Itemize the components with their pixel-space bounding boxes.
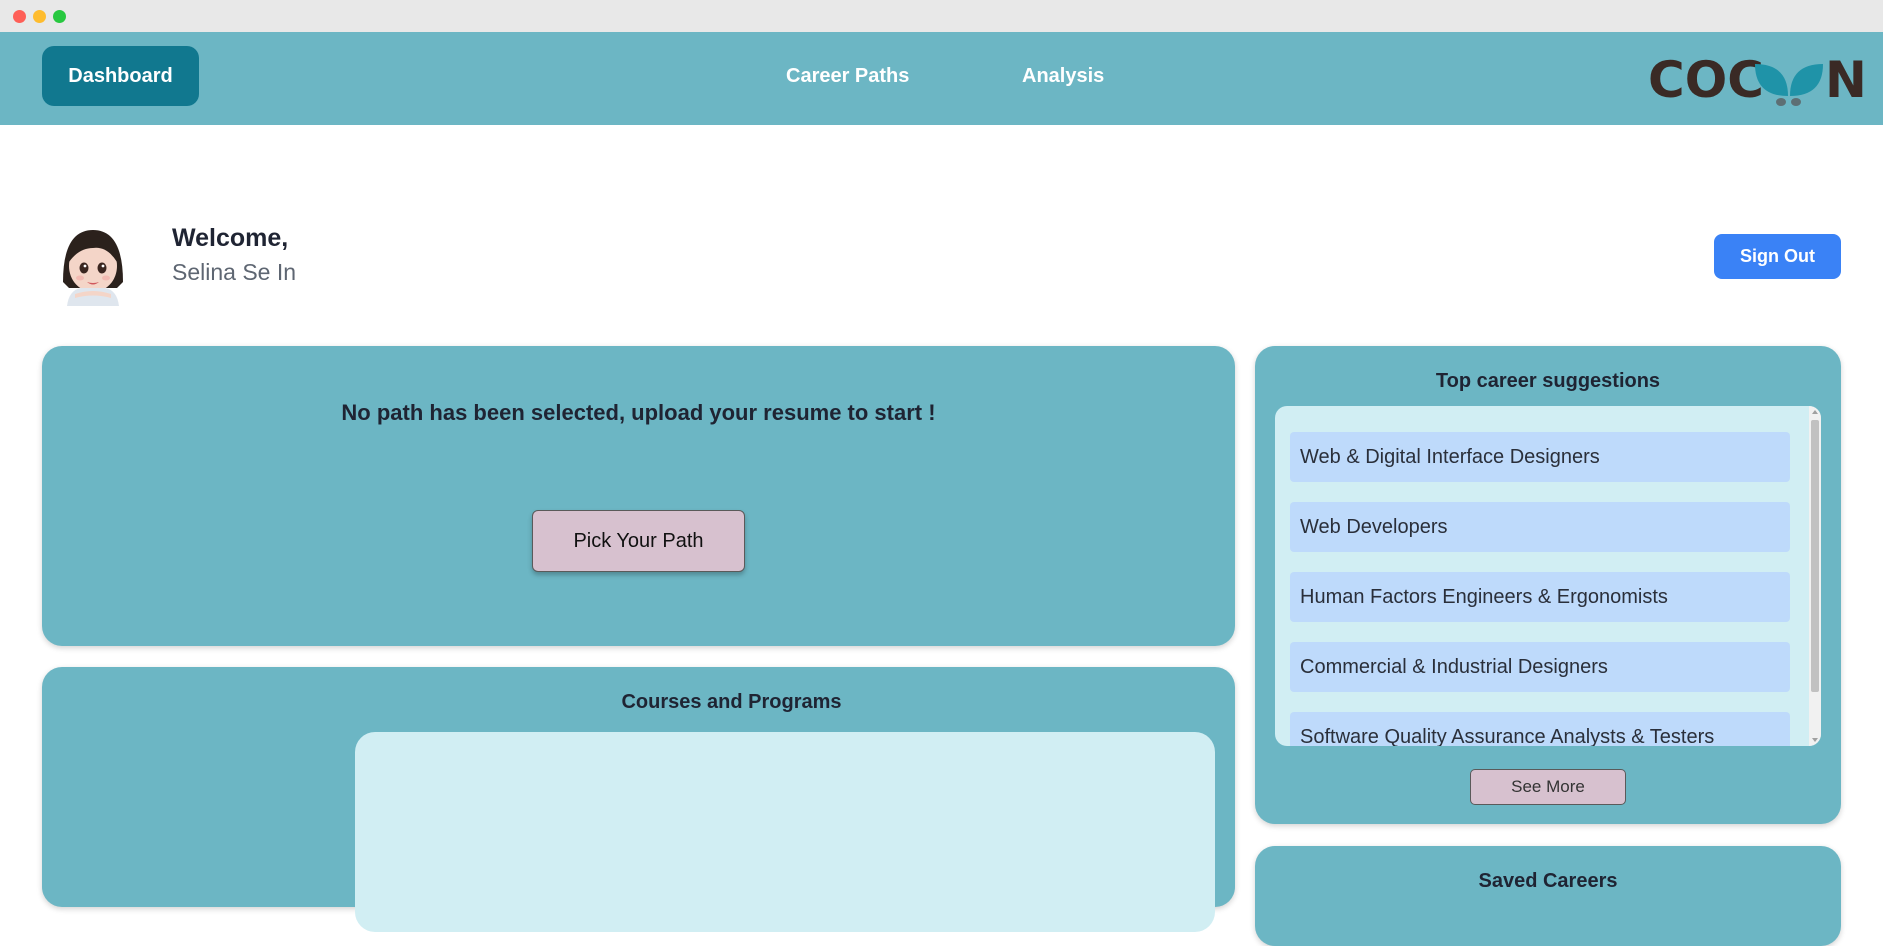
close-window-button[interactable]	[13, 10, 26, 23]
window-titlebar	[0, 0, 1883, 32]
saved-careers-card: Saved Careers	[1255, 846, 1841, 946]
welcome-heading: Welcome,	[172, 224, 289, 252]
maximize-window-button[interactable]	[53, 10, 66, 23]
pick-your-path-button[interactable]: Pick Your Path	[532, 510, 745, 572]
suggestions-list[interactable]: Web & Digital Interface Designers Web De…	[1275, 406, 1821, 746]
svg-text:N: N	[1825, 51, 1864, 106]
suggestion-item[interactable]: Commercial & Industrial Designers	[1290, 642, 1790, 692]
courses-list-panel[interactable]	[355, 732, 1215, 932]
user-avatar	[53, 222, 133, 306]
top-navbar: Dashboard Career Paths Analysis COC N	[0, 32, 1883, 125]
nav-career-paths-tab[interactable]: Career Paths	[786, 46, 909, 106]
courses-card: Courses and Programs	[42, 667, 1235, 932]
suggestion-item[interactable]: Human Factors Engineers & Ergonomists	[1290, 572, 1790, 622]
svg-text:COC: COC	[1648, 51, 1764, 106]
suggestion-item[interactable]: Web & Digital Interface Designers	[1290, 432, 1790, 482]
no-path-message: No path has been selected, upload your r…	[341, 400, 936, 425]
career-suggestions-card: Top career suggestions Web & Digital Int…	[1255, 346, 1841, 824]
courses-title: Courses and Programs	[621, 691, 842, 713]
suggestions-scrollbar[interactable]	[1809, 406, 1821, 746]
cocoon-logo[interactable]: COC N	[1648, 46, 1867, 109]
scroll-down-arrow-icon[interactable]	[1812, 738, 1818, 742]
career-path-card: No path has been selected, upload your r…	[42, 346, 1235, 646]
nav-dashboard-tab[interactable]: Dashboard	[42, 46, 199, 106]
sign-out-button[interactable]: Sign Out	[1714, 234, 1841, 279]
suggestion-item[interactable]: Software Quality Assurance Analysts & Te…	[1290, 712, 1790, 746]
suggestions-title: Top career suggestions	[1435, 370, 1661, 392]
user-name: Selina Se In	[172, 259, 297, 285]
nav-analysis-tab[interactable]: Analysis	[1022, 46, 1104, 106]
minimize-window-button[interactable]	[33, 10, 46, 23]
scroll-up-arrow-icon[interactable]	[1812, 410, 1818, 414]
suggestion-item[interactable]: Web Developers	[1290, 502, 1790, 552]
see-more-button[interactable]: See More	[1470, 769, 1626, 805]
scrollbar-thumb[interactable]	[1811, 420, 1819, 692]
